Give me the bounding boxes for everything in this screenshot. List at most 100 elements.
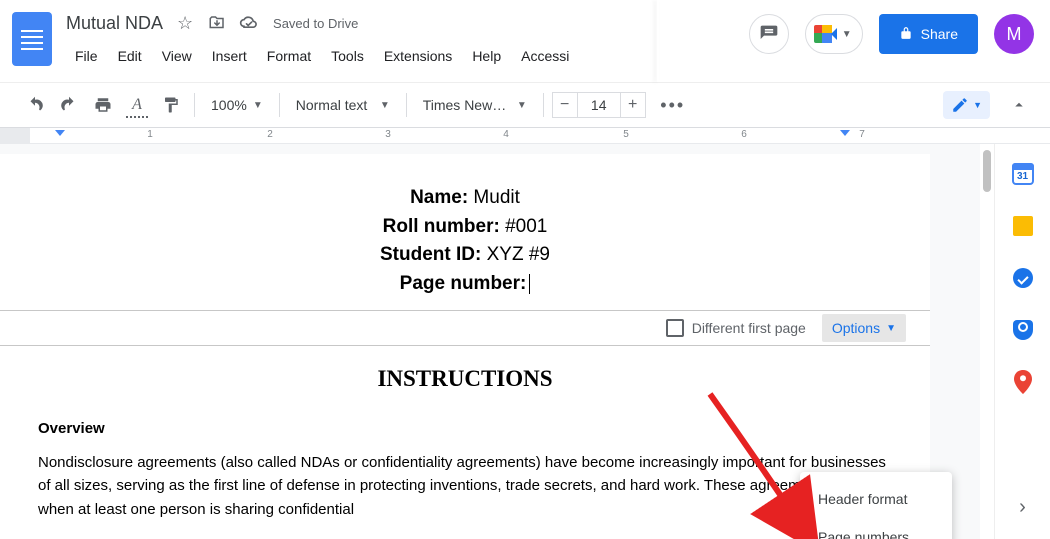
document-scroll[interactable]: Name: Mudit Roll number: #001 Student ID… — [0, 144, 994, 539]
ruler-num: 4 — [503, 129, 509, 140]
ruler-num: 6 — [741, 129, 747, 140]
avatar[interactable]: M — [994, 14, 1034, 54]
editing-mode-button[interactable]: ▼ — [943, 91, 990, 119]
ruler-num: 2 — [267, 129, 273, 140]
side-panel: 31 › — [994, 144, 1050, 539]
menu-file[interactable]: File — [66, 44, 107, 68]
ruler-num: 3 — [385, 129, 391, 140]
header-right: ▼ Share M — [749, 14, 1034, 54]
chevron-down-icon: ▼ — [253, 100, 263, 111]
zoom-dropdown[interactable]: 100% ▼ — [203, 90, 271, 120]
page[interactable]: Name: Mudit Roll number: #001 Student ID… — [0, 154, 930, 539]
font-size-increase[interactable]: + — [620, 92, 646, 118]
options-menu-header-format[interactable]: Header format — [800, 480, 952, 518]
header-sid-value: XYZ #9 — [481, 244, 550, 265]
scrollbar-thumb[interactable] — [983, 150, 991, 192]
ruler-num: 7 — [859, 129, 865, 140]
body-heading: Overview — [38, 420, 892, 437]
header-pagenum-label: Page number: — [400, 273, 527, 294]
lock-icon — [899, 26, 913, 43]
title-area: Mutual NDA ☆ Saved to Drive File Edit Vi… — [66, 8, 578, 68]
comments-button[interactable] — [749, 14, 789, 54]
divider — [657, 0, 659, 82]
maps-icon[interactable] — [1011, 370, 1035, 394]
menu-insert[interactable]: Insert — [203, 44, 256, 68]
contacts-icon[interactable] — [1011, 318, 1035, 342]
collapse-toolbar-button[interactable] — [1004, 90, 1034, 120]
paint-format-button[interactable] — [156, 90, 186, 120]
keep-icon[interactable] — [1011, 214, 1035, 238]
ruler[interactable]: 1 2 3 4 5 6 7 — [0, 128, 1050, 144]
scrollbar[interactable] — [980, 144, 994, 539]
header-name-value: Mudit — [468, 187, 520, 208]
toolbar: A 100% ▼ Normal text ▼ Times New… ▼ − 14… — [0, 82, 1050, 128]
style-dropdown[interactable]: Normal text ▼ — [288, 90, 398, 120]
chevron-down-icon: ▼ — [842, 29, 852, 40]
font-value: Times New… — [423, 97, 507, 113]
font-size-value[interactable]: 14 — [578, 92, 620, 118]
menu-bar: File Edit View Insert Format Tools Exten… — [66, 44, 578, 68]
header-options-button[interactable]: Options ▼ — [822, 314, 906, 342]
different-first-page-checkbox[interactable]: Different first page — [666, 319, 806, 337]
body-title: INSTRUCTIONS — [38, 366, 892, 392]
font-size-control: − 14 + — [552, 92, 646, 118]
menu-accessibility[interactable]: Accessi — [512, 44, 578, 68]
chevron-down-icon: ▼ — [517, 100, 527, 111]
menu-help[interactable]: Help — [463, 44, 510, 68]
separator — [406, 93, 407, 117]
header-name-label: Name: — [410, 187, 468, 208]
menu-tools[interactable]: Tools — [322, 44, 373, 68]
menu-extensions[interactable]: Extensions — [375, 44, 461, 68]
font-dropdown[interactable]: Times New… ▼ — [415, 90, 535, 120]
options-menu-page-numbers[interactable]: Page numbers — [800, 518, 952, 539]
header-options-bar: Different first page Options ▼ — [0, 310, 930, 346]
menu-format[interactable]: Format — [258, 44, 320, 68]
spellcheck-button[interactable]: A — [122, 90, 152, 120]
document-title[interactable]: Mutual NDA — [66, 13, 163, 34]
menu-edit[interactable]: Edit — [109, 44, 151, 68]
share-label: Share — [921, 26, 958, 42]
side-panel-expand-button[interactable]: › — [1019, 496, 1026, 519]
calendar-day: 31 — [1017, 171, 1028, 182]
chevron-down-icon: ▼ — [886, 323, 896, 334]
docs-logo-icon[interactable] — [12, 12, 52, 66]
checkbox-icon — [666, 319, 684, 337]
move-icon[interactable] — [207, 13, 227, 33]
ruler-right-indent-icon[interactable] — [840, 130, 850, 136]
chevron-down-icon: ▼ — [380, 100, 390, 111]
header-sid-label: Student ID: — [380, 244, 481, 265]
menu-view[interactable]: View — [153, 44, 201, 68]
document-area: Name: Mudit Roll number: #001 Student ID… — [0, 144, 1050, 539]
options-label: Options — [832, 320, 880, 336]
cloud-saved-icon[interactable] — [239, 13, 259, 33]
undo-button[interactable] — [20, 90, 50, 120]
options-menu: Header format Page numbers Remove header — [800, 472, 952, 539]
avatar-letter: M — [1007, 24, 1022, 45]
ruler-num: 5 — [623, 129, 629, 140]
font-size-decrease[interactable]: − — [552, 92, 578, 118]
zoom-value: 100% — [211, 97, 247, 113]
calendar-icon[interactable]: 31 — [1011, 162, 1035, 186]
app-header: Mutual NDA ☆ Saved to Drive File Edit Vi… — [0, 0, 1050, 82]
meet-button[interactable]: ▼ — [805, 14, 863, 54]
print-button[interactable] — [88, 90, 118, 120]
save-status: Saved to Drive — [273, 16, 358, 31]
style-value: Normal text — [296, 97, 368, 113]
star-icon[interactable]: ☆ — [175, 13, 195, 33]
separator — [194, 93, 195, 117]
page-body[interactable]: INSTRUCTIONS Overview Nondisclosure agre… — [0, 346, 930, 539]
tasks-icon[interactable] — [1011, 266, 1035, 290]
different-first-page-label: Different first page — [692, 320, 806, 336]
separator — [279, 93, 280, 117]
separator — [543, 93, 544, 117]
share-button[interactable]: Share — [879, 14, 978, 54]
more-button[interactable]: ••• — [658, 90, 688, 120]
ruler-left-indent-icon[interactable] — [55, 130, 65, 136]
redo-button[interactable] — [54, 90, 84, 120]
header-roll-label: Roll number: — [383, 216, 500, 237]
header-roll-value: #001 — [500, 216, 548, 237]
body-paragraph: Nondisclosure agreements (also called ND… — [38, 451, 892, 521]
ruler-num: 1 — [147, 129, 153, 140]
chevron-down-icon: ▼ — [973, 100, 982, 110]
page-header-content[interactable]: Name: Mudit Roll number: #001 Student ID… — [0, 154, 930, 310]
